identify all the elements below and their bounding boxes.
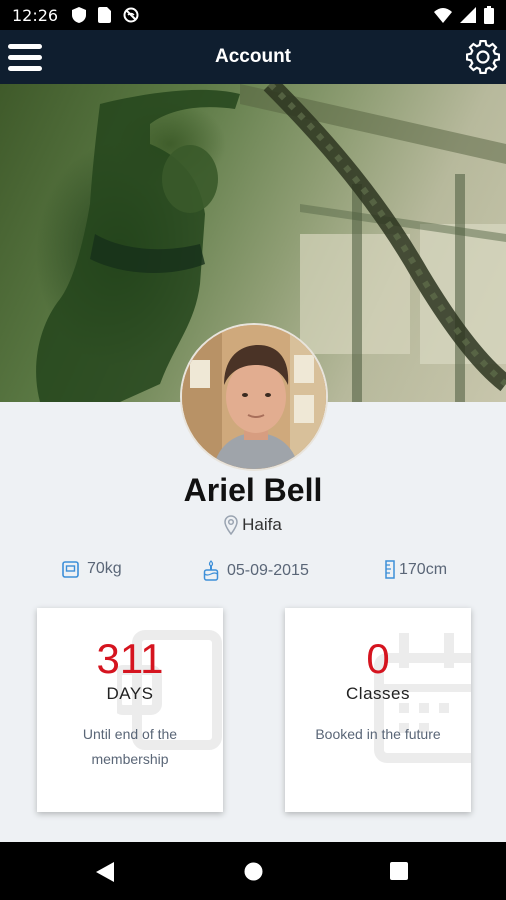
battery-icon bbox=[484, 6, 494, 24]
back-icon[interactable] bbox=[96, 862, 114, 882]
days-label: DAYS bbox=[106, 684, 154, 704]
status-time: 12:26 bbox=[12, 5, 59, 25]
avatar[interactable] bbox=[180, 323, 328, 471]
status-icons-left bbox=[72, 7, 139, 23]
page-title: Account bbox=[215, 46, 291, 67]
scale-icon bbox=[62, 560, 79, 578]
location-text: Haifa bbox=[242, 515, 282, 534]
birthday-cake-icon bbox=[203, 560, 219, 581]
days-count: 311 bbox=[96, 635, 164, 682]
ruler-icon bbox=[385, 560, 395, 579]
home-icon[interactable] bbox=[244, 862, 263, 881]
sim-card-icon bbox=[98, 7, 112, 23]
membership-days-card[interactable]: 311 DAYS Until end of the membership bbox=[37, 608, 223, 812]
status-bar: 12:26 bbox=[0, 0, 506, 30]
days-description: Until end of the membership bbox=[82, 726, 178, 768]
signal-icon bbox=[460, 7, 476, 23]
location-pin-icon bbox=[224, 515, 238, 535]
status-icons-right bbox=[434, 6, 494, 24]
recents-icon[interactable] bbox=[390, 862, 408, 880]
shield-icon bbox=[72, 7, 87, 23]
classes-count: 0 bbox=[366, 635, 390, 682]
app-bar: Account bbox=[0, 30, 506, 84]
profile-location: Haifa bbox=[0, 515, 506, 535]
wifi-icon bbox=[434, 8, 452, 23]
system-nav-bar bbox=[0, 842, 506, 900]
birthday-stat: 05-09-2015 bbox=[203, 560, 309, 582]
no-disturb-icon bbox=[123, 7, 139, 23]
gear-icon[interactable] bbox=[466, 40, 500, 74]
profile-name: Ariel Bell bbox=[183, 472, 323, 508]
classes-description: Booked in the future bbox=[315, 726, 441, 743]
weight-stat: 70kg bbox=[62, 560, 122, 578]
birthdate-value: 05-09-2015 bbox=[227, 562, 309, 579]
weight-value: 70kg bbox=[87, 560, 122, 577]
stats-row: 70kg 05-09-2015 170cm bbox=[0, 558, 506, 586]
height-value: 170cm bbox=[399, 560, 448, 578]
classes-card[interactable]: 0 Classes Booked in the future bbox=[285, 608, 471, 812]
classes-label: Classes bbox=[346, 684, 410, 704]
hamburger-menu-icon[interactable] bbox=[8, 39, 44, 75]
height-stat: 170cm bbox=[385, 560, 447, 579]
